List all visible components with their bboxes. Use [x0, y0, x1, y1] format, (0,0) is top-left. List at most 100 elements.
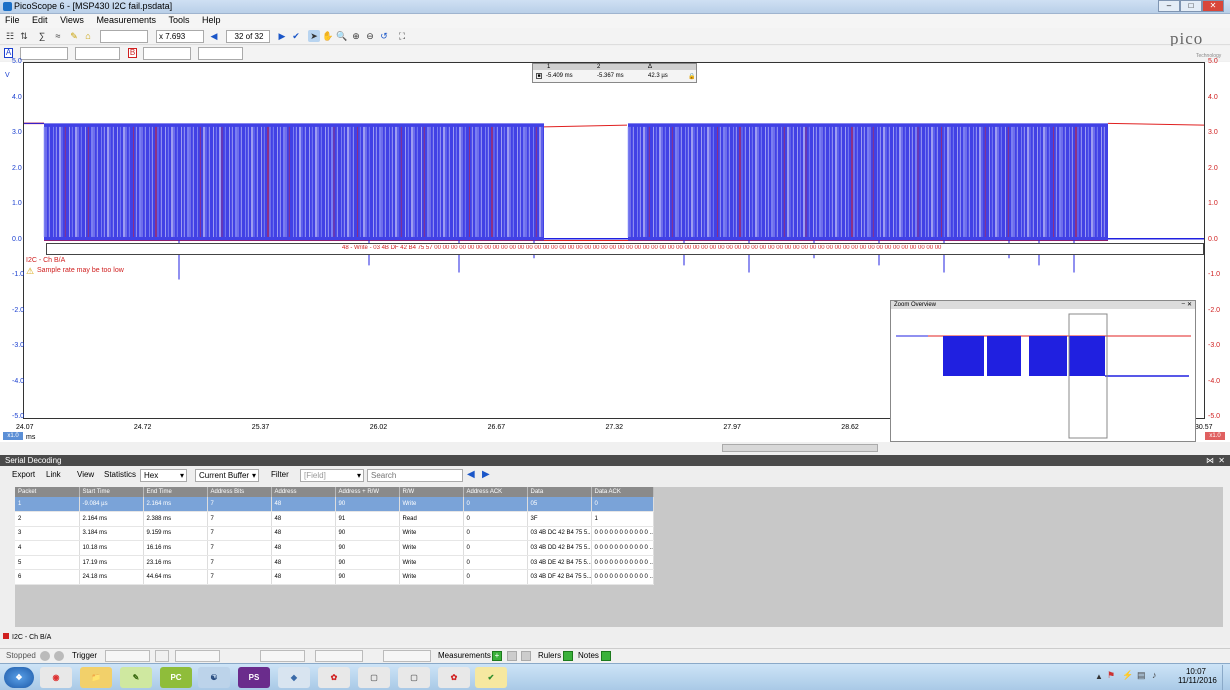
- notes-icon[interactable]: [601, 651, 611, 661]
- cube-app-icon[interactable]: ▢: [358, 667, 390, 688]
- format-select[interactable]: Hex ▾: [140, 469, 187, 482]
- export-button[interactable]: Export: [12, 468, 35, 483]
- pointer-tool-icon[interactable]: ➤: [308, 30, 320, 42]
- norton-icon[interactable]: ✔: [475, 667, 507, 688]
- start-icon[interactable]: [40, 651, 50, 661]
- zoom-overview-close-icon[interactable]: ✕: [1187, 301, 1192, 308]
- buffer-select[interactable]: Current Buffer ▾: [195, 469, 259, 482]
- column-header[interactable]: R/W: [399, 487, 464, 497]
- buffer-navigator-field[interactable]: 32 of 32: [226, 30, 270, 43]
- column-header[interactable]: Data: [527, 487, 592, 497]
- previous-buffer-icon[interactable]: ◀: [208, 30, 220, 42]
- advanced-trigger-icon[interactable]: [155, 650, 169, 662]
- trigger-threshold-field[interactable]: [260, 650, 305, 662]
- reference-icon[interactable]: ≈: [52, 30, 64, 42]
- view-button[interactable]: View: [77, 468, 94, 483]
- timebase-select[interactable]: [100, 30, 148, 43]
- column-header[interactable]: Data ACK: [591, 487, 654, 497]
- cube-app-2-icon[interactable]: ▢: [398, 667, 430, 688]
- field-select[interactable]: [Field] ▾: [300, 469, 364, 482]
- action-center-flag-icon[interactable]: ⚑: [1107, 670, 1115, 681]
- zoom-factor-field[interactable]: x 7.693: [156, 30, 204, 43]
- network-icon[interactable]: ▤: [1137, 670, 1146, 681]
- add-measurement-icon[interactable]: +: [492, 651, 502, 661]
- power-icon[interactable]: ⚡: [1122, 670, 1133, 681]
- trigger-source-select[interactable]: [175, 650, 220, 662]
- zoom-tool-icon[interactable]: 🔍: [336, 30, 348, 42]
- column-header[interactable]: Address + R/W: [335, 487, 400, 497]
- edit-measurement-icon[interactable]: [507, 651, 517, 661]
- trigger-delay-field[interactable]: [383, 650, 431, 662]
- channel-a-range-select[interactable]: [20, 47, 68, 60]
- channel-b-badge[interactable]: B: [128, 48, 137, 58]
- volume-icon[interactable]: ♪: [1152, 670, 1157, 680]
- show-hidden-icons[interactable]: ▲: [1095, 672, 1103, 681]
- zoom-fit-icon[interactable]: ⛶: [396, 30, 408, 42]
- math-icon[interactable]: ∑: [36, 30, 48, 42]
- filter-button[interactable]: Filter: [271, 468, 289, 483]
- python-icon[interactable]: ◆: [278, 667, 310, 688]
- show-desktop-button[interactable]: [1222, 665, 1230, 690]
- channel-a-badge[interactable]: A: [4, 48, 13, 58]
- next-buffer-icon[interactable]: ▶: [276, 30, 288, 42]
- table-row[interactable]: 2 2.164 ms 2.388 ms 7 48 91 Read 0 3F 1: [15, 511, 654, 527]
- pre-trigger-field[interactable]: [315, 650, 363, 662]
- launcher-icon[interactable]: ✿: [318, 667, 350, 688]
- link-button[interactable]: Link: [46, 468, 61, 483]
- column-header[interactable]: Packet: [15, 487, 80, 497]
- clock[interactable]: 10:07 11/11/2016: [1178, 667, 1217, 685]
- table-row[interactable]: 1 -9.084 µs 2.164 ms 7 48 90 Write 0 05 0: [15, 497, 654, 513]
- channel-b-coupling-select[interactable]: [198, 47, 243, 60]
- search-next-icon[interactable]: ▶: [482, 468, 490, 483]
- x-scale-left-badge[interactable]: x1.0: [3, 432, 23, 440]
- trigger-icon[interactable]: ⇅: [18, 30, 30, 42]
- menu-edit[interactable]: Edit: [27, 14, 53, 26]
- channel-options-icon[interactable]: ☷: [4, 30, 16, 42]
- chrome-icon[interactable]: ◉: [40, 667, 72, 688]
- undo-zoom-icon[interactable]: ↺: [378, 30, 390, 42]
- menu-measurements[interactable]: Measurements: [91, 14, 161, 26]
- stop-icon[interactable]: [54, 651, 64, 661]
- ruler-lock-icon[interactable]: 🔒: [688, 73, 695, 80]
- zoom-overview-minimize-icon[interactable]: –: [1182, 301, 1185, 307]
- channel-b-range-select[interactable]: [143, 47, 191, 60]
- search-previous-icon[interactable]: ◀: [467, 468, 475, 483]
- statistics-button[interactable]: Statistics: [104, 468, 136, 483]
- zoom-overview-plot[interactable]: [891, 309, 1195, 441]
- column-header[interactable]: End Time: [143, 487, 208, 497]
- pgadmin-icon[interactable]: ☯: [198, 667, 230, 688]
- channel-a-coupling-select[interactable]: [75, 47, 120, 60]
- decode-channel-tab[interactable]: I2C - Ch B/A: [3, 632, 51, 644]
- table-row[interactable]: 3 3.184 ms 9.159 ms 7 48 90 Write 0 03 4B DC 42 …: [15, 526, 654, 542]
- start-button[interactable]: ❖: [4, 667, 34, 688]
- pc-app-icon[interactable]: PC: [160, 667, 192, 688]
- search-input[interactable]: [367, 469, 463, 482]
- x-scale-right-badge[interactable]: x1.0: [1205, 432, 1225, 440]
- table-row[interactable]: 4 10.18 ms 16.16 ms 7 48 90 Write 0 03 4B DD 42 …: [15, 540, 654, 556]
- column-header[interactable]: Address Bits: [207, 487, 272, 497]
- table-row[interactable]: 6 24.18 ms 44.64 ms 7 48 90 Write 0 03 4B DF 42 …: [15, 569, 654, 586]
- hand-tool-icon[interactable]: ✋: [322, 30, 334, 42]
- delete-measurement-icon[interactable]: [521, 651, 531, 661]
- column-header[interactable]: Address: [271, 487, 336, 497]
- probe-icon[interactable]: ✎: [68, 30, 80, 42]
- menu-help[interactable]: Help: [197, 14, 226, 26]
- rulers-icon[interactable]: [563, 651, 573, 661]
- zoom-out-icon[interactable]: ⊖: [364, 30, 376, 42]
- column-header[interactable]: Address ACK: [463, 487, 528, 497]
- menu-tools[interactable]: Tools: [163, 14, 194, 26]
- minimize-button[interactable]: –: [1158, 0, 1180, 12]
- serial-close-icon[interactable]: ✕: [1218, 456, 1225, 465]
- maximize-button[interactable]: □: [1180, 0, 1202, 12]
- ruler-legend[interactable]: 1 2 Δ ■ -5.409 ms -5.367 ms 42.3 µs 🔒: [532, 63, 697, 83]
- notepad-icon[interactable]: ✎: [120, 667, 152, 688]
- column-header[interactable]: Start Time: [79, 487, 144, 497]
- home-icon[interactable]: ⌂: [82, 30, 94, 42]
- go-to-buffer-icon[interactable]: ✔: [290, 30, 302, 42]
- time-scrollbar-thumb[interactable]: [722, 444, 878, 452]
- menu-file[interactable]: File: [0, 14, 25, 26]
- ruler-toggle-icon[interactable]: ■: [536, 73, 542, 79]
- close-button[interactable]: ✕: [1202, 0, 1224, 12]
- table-row[interactable]: 5 17.19 ms 23.16 ms 7 48 90 Write 0 03 4B DE 42 …: [15, 555, 654, 571]
- zoom-overview-panel[interactable]: Zoom Overview – ✕: [890, 300, 1196, 442]
